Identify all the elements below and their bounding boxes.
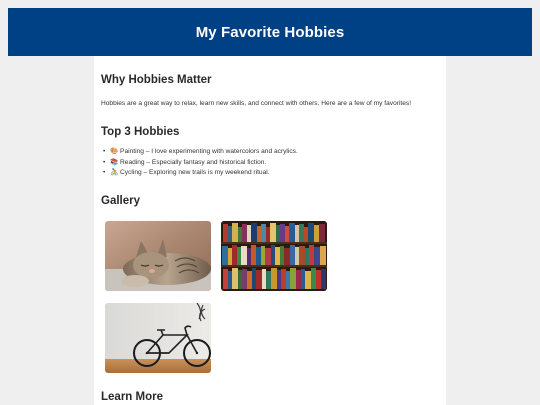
sleeping-cat-photo [105, 220, 211, 291]
hobby-item-painting: 🎨 Painting – I love experimenting with w… [103, 147, 439, 158]
why-hobbies-heading: Why Hobbies Matter [101, 74, 212, 86]
hobby-item-cycling: 🚴 Cycling – Exploring new trails is my w… [103, 168, 439, 179]
image-gallery [101, 220, 439, 373]
bookshelf-photo [221, 220, 327, 291]
hobby-item-reading: 📚 Reading – Especially fantasy and histo… [103, 158, 439, 169]
top-hobbies-heading: Top 3 Hobbies [101, 126, 180, 138]
gallery-heading: Gallery [101, 194, 140, 207]
page-title: My Favorite Hobbies [195, 23, 345, 41]
main-content: Why Hobbies Matter Hobbies are a great w… [94, 56, 446, 405]
intro-paragraph: Hobbies are a great way to relax, learn … [101, 100, 412, 107]
hobbies-list: 🎨 Painting – I love experimenting with w… [101, 147, 439, 179]
learn-more-heading: Learn More [101, 390, 163, 403]
bicycle-photo [105, 302, 211, 373]
page-header: My Favorite Hobbies [8, 8, 532, 56]
